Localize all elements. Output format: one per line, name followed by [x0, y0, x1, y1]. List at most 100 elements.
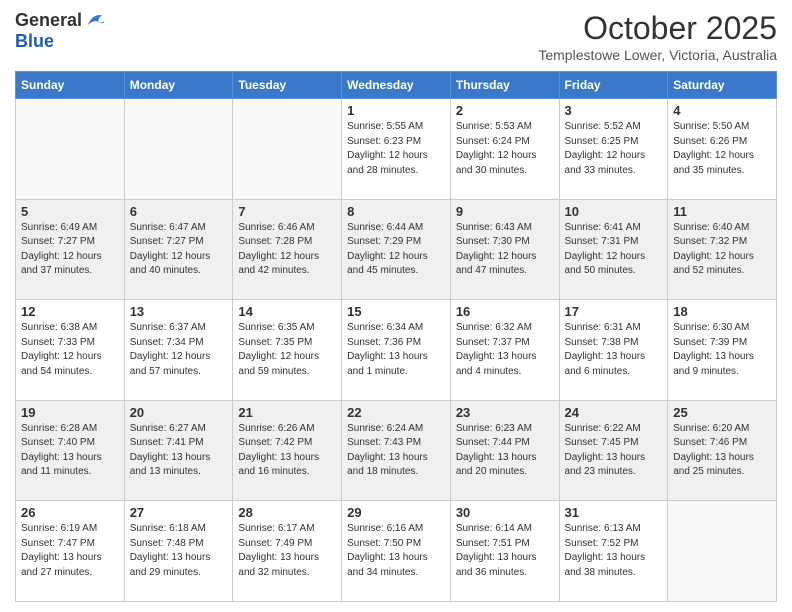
table-row	[233, 99, 342, 200]
day-info: Sunrise: 6:27 AM Sunset: 7:41 PM Dayligh…	[130, 422, 228, 480]
table-row: 9 Sunrise: 6:43 AM Sunset: 7:30 PM Daylig…	[450, 199, 559, 300]
day-info: Sunrise: 5:52 AM Sunset: 6:25 PM Dayligh…	[565, 120, 663, 178]
day-info: Sunrise: 6:30 AM Sunset: 7:39 PM Dayligh…	[673, 321, 771, 379]
day-number: 5	[21, 204, 119, 219]
day-info: Sunrise: 6:23 AM Sunset: 7:44 PM Dayligh…	[456, 422, 554, 480]
table-row: 20 Sunrise: 6:27 AM Sunset: 7:41 PM Dayli…	[124, 400, 233, 501]
day-number: 24	[565, 405, 663, 420]
calendar-title: October 2025	[538, 10, 777, 47]
table-row: 24 Sunrise: 6:22 AM Sunset: 7:45 PM Dayli…	[559, 400, 668, 501]
col-sunday: Sunday	[16, 72, 125, 99]
table-row: 21Sunrise: 6:26 AM Sunset: 7:42 PM Dayli…	[233, 400, 342, 501]
day-number: 4	[673, 103, 771, 118]
day-info: Sunrise: 6:13 AM Sunset: 7:52 PM Dayligh…	[565, 522, 663, 580]
day-number: 21	[238, 405, 336, 420]
table-row: 3 Sunrise: 5:52 AM Sunset: 6:25 PM Daylig…	[559, 99, 668, 200]
day-info: Sunrise: 5:55 AM Sunset: 6:23 PM Dayligh…	[347, 120, 445, 178]
table-row: 22Sunrise: 6:24 AM Sunset: 7:43 PM Dayli…	[342, 400, 451, 501]
day-info: Sunrise: 6:37 AM Sunset: 7:34 PM Dayligh…	[130, 321, 228, 379]
day-number: 7	[238, 204, 336, 219]
day-info: Sunrise: 6:43 AM Sunset: 7:30 PM Dayligh…	[456, 221, 554, 279]
day-info: Sunrise: 6:17 AM Sunset: 7:49 PM Dayligh…	[238, 522, 336, 580]
logo-general: General	[15, 11, 82, 31]
day-number: 26	[21, 505, 119, 520]
day-info: Sunrise: 6:44 AM Sunset: 7:29 PM Dayligh…	[347, 221, 445, 279]
calendar-row: 19Sunrise: 6:28 AM Sunset: 7:40 PM Dayli…	[16, 400, 777, 501]
day-info: Sunrise: 5:50 AM Sunset: 6:26 PM Dayligh…	[673, 120, 771, 178]
table-row	[668, 501, 777, 602]
day-number: 29	[347, 505, 445, 520]
day-info: Sunrise: 6:49 AM Sunset: 7:27 PM Dayligh…	[21, 221, 119, 279]
table-row: 27 Sunrise: 6:18 AM Sunset: 7:48 PM Dayli…	[124, 501, 233, 602]
day-info: Sunrise: 5:53 AM Sunset: 6:24 PM Dayligh…	[456, 120, 554, 178]
table-row: 16Sunrise: 6:32 AM Sunset: 7:37 PM Dayli…	[450, 300, 559, 401]
table-row: 10 Sunrise: 6:41 AM Sunset: 7:31 PM Dayli…	[559, 199, 668, 300]
page: General Blue October 2025 Templestowe Lo…	[0, 0, 792, 612]
day-info: Sunrise: 6:40 AM Sunset: 7:32 PM Dayligh…	[673, 221, 771, 279]
table-row: 6 Sunrise: 6:47 AM Sunset: 7:27 PM Daylig…	[124, 199, 233, 300]
table-row: 12Sunrise: 6:38 AM Sunset: 7:33 PM Dayli…	[16, 300, 125, 401]
table-row: 11 Sunrise: 6:40 AM Sunset: 7:32 PM Dayli…	[668, 199, 777, 300]
day-info: Sunrise: 6:18 AM Sunset: 7:48 PM Dayligh…	[130, 522, 228, 580]
logo: General Blue	[15, 10, 106, 52]
calendar-row: 12Sunrise: 6:38 AM Sunset: 7:33 PM Dayli…	[16, 300, 777, 401]
table-row: 7 Sunrise: 6:46 AM Sunset: 7:28 PM Daylig…	[233, 199, 342, 300]
day-info: Sunrise: 6:16 AM Sunset: 7:50 PM Dayligh…	[347, 522, 445, 580]
title-block: October 2025 Templestowe Lower, Victoria…	[538, 10, 777, 63]
table-row: 14 Sunrise: 6:35 AM Sunset: 7:35 PM Dayli…	[233, 300, 342, 401]
logo-blue: Blue	[15, 32, 106, 52]
day-info: Sunrise: 6:22 AM Sunset: 7:45 PM Dayligh…	[565, 422, 663, 480]
day-number: 3	[565, 103, 663, 118]
day-number: 16	[456, 304, 554, 319]
day-info: Sunrise: 6:31 AM Sunset: 7:38 PM Dayligh…	[565, 321, 663, 379]
table-row: 30Sunrise: 6:14 AM Sunset: 7:51 PM Dayli…	[450, 501, 559, 602]
table-row: 15Sunrise: 6:34 AM Sunset: 7:36 PM Dayli…	[342, 300, 451, 401]
day-info: Sunrise: 6:20 AM Sunset: 7:46 PM Dayligh…	[673, 422, 771, 480]
col-tuesday: Tuesday	[233, 72, 342, 99]
col-friday: Friday	[559, 72, 668, 99]
day-number: 20	[130, 405, 228, 420]
table-row: 18Sunrise: 6:30 AM Sunset: 7:39 PM Dayli…	[668, 300, 777, 401]
day-number: 1	[347, 103, 445, 118]
day-number: 10	[565, 204, 663, 219]
calendar-row: 1 Sunrise: 5:55 AM Sunset: 6:23 PM Daylig…	[16, 99, 777, 200]
table-row	[124, 99, 233, 200]
day-number: 27	[130, 505, 228, 520]
day-number: 8	[347, 204, 445, 219]
logo-bird-icon	[84, 10, 106, 32]
day-info: Sunrise: 6:19 AM Sunset: 7:47 PM Dayligh…	[21, 522, 119, 580]
calendar-row: 26 Sunrise: 6:19 AM Sunset: 7:47 PM Dayli…	[16, 501, 777, 602]
day-number: 22	[347, 405, 445, 420]
table-row: 29 Sunrise: 6:16 AM Sunset: 7:50 PM Dayli…	[342, 501, 451, 602]
day-info: Sunrise: 6:38 AM Sunset: 7:33 PM Dayligh…	[21, 321, 119, 379]
table-row	[16, 99, 125, 200]
day-number: 13	[130, 304, 228, 319]
day-info: Sunrise: 6:14 AM Sunset: 7:51 PM Dayligh…	[456, 522, 554, 580]
calendar-table: Sunday Monday Tuesday Wednesday Thursday…	[15, 71, 777, 602]
day-info: Sunrise: 6:35 AM Sunset: 7:35 PM Dayligh…	[238, 321, 336, 379]
day-number: 25	[673, 405, 771, 420]
table-row: 8 Sunrise: 6:44 AM Sunset: 7:29 PM Daylig…	[342, 199, 451, 300]
table-row: 19Sunrise: 6:28 AM Sunset: 7:40 PM Dayli…	[16, 400, 125, 501]
day-info: Sunrise: 6:47 AM Sunset: 7:27 PM Dayligh…	[130, 221, 228, 279]
day-info: Sunrise: 6:34 AM Sunset: 7:36 PM Dayligh…	[347, 321, 445, 379]
table-row: 13 Sunrise: 6:37 AM Sunset: 7:34 PM Dayli…	[124, 300, 233, 401]
col-monday: Monday	[124, 72, 233, 99]
calendar-subtitle: Templestowe Lower, Victoria, Australia	[538, 47, 777, 63]
day-number: 2	[456, 103, 554, 118]
day-number: 31	[565, 505, 663, 520]
day-number: 9	[456, 204, 554, 219]
day-info: Sunrise: 6:41 AM Sunset: 7:31 PM Dayligh…	[565, 221, 663, 279]
table-row: 4 Sunrise: 5:50 AM Sunset: 6:26 PM Daylig…	[668, 99, 777, 200]
table-row: 5 Sunrise: 6:49 AM Sunset: 7:27 PM Daylig…	[16, 199, 125, 300]
day-number: 28	[238, 505, 336, 520]
day-number: 23	[456, 405, 554, 420]
day-number: 14	[238, 304, 336, 319]
col-saturday: Saturday	[668, 72, 777, 99]
table-row: 31 Sunrise: 6:13 AM Sunset: 7:52 PM Dayli…	[559, 501, 668, 602]
day-number: 11	[673, 204, 771, 219]
table-row: 17Sunrise: 6:31 AM Sunset: 7:38 PM Dayli…	[559, 300, 668, 401]
day-info: Sunrise: 6:46 AM Sunset: 7:28 PM Dayligh…	[238, 221, 336, 279]
table-row: 28 Sunrise: 6:17 AM Sunset: 7:49 PM Dayli…	[233, 501, 342, 602]
day-number: 6	[130, 204, 228, 219]
